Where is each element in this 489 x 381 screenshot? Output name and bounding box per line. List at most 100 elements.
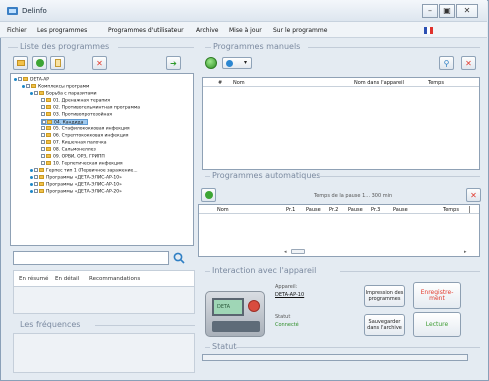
device-keypad [212, 321, 260, 332]
col-time: Temps [428, 80, 444, 86]
checkbox[interactable] [41, 161, 45, 165]
expand-icon [30, 189, 33, 193]
tree-item[interactable]: Программы «ДЕТА-ЭЛИС-АР-20» [30, 189, 122, 195]
save-archive-button[interactable]: Sauvegarder dans l'archive [364, 314, 405, 336]
search-manual-button[interactable]: ⚲ [439, 56, 454, 70]
tree-item[interactable]: 10. Герпетическая инфекция [41, 161, 123, 167]
delete-auto-button[interactable]: ✕ [466, 188, 481, 202]
print-programs-button[interactable]: Impression des programmes [364, 285, 405, 307]
checkbox[interactable] [41, 126, 45, 130]
checkbox[interactable] [34, 91, 38, 95]
folder-icon [46, 140, 51, 144]
manual-programs-table[interactable]: # Nom Nom dans l'appareil Temps [202, 77, 480, 170]
delete-icon: ✕ [465, 58, 472, 68]
tab-recommendations[interactable]: Recommandations [89, 276, 140, 282]
read-button[interactable]: Lecture [413, 312, 461, 337]
folder-icon [31, 84, 36, 88]
scroll-thumb[interactable] [291, 249, 305, 254]
checkbox[interactable] [34, 168, 38, 172]
auto-programs-title: Programmes automatiques [212, 171, 321, 180]
device-value: DETA-AP-10 [275, 292, 305, 298]
tree-item[interactable]: 03. Противопротозойная [41, 112, 112, 118]
folder-icon [47, 120, 52, 124]
folder-icon [46, 161, 51, 165]
program-list-title: Liste des programmes [20, 42, 110, 51]
menu-programmes-utilisateur[interactable]: Programmes d'utilisateur [108, 27, 184, 34]
language-flag-icon[interactable] [424, 27, 433, 34]
checkbox[interactable] [42, 120, 46, 124]
tree-item[interactable]: 02. Противогельминтная программа [41, 105, 140, 111]
menu-les-programmes[interactable]: Les programmes [37, 27, 87, 34]
details-content [13, 286, 195, 314]
tree-item-selected[interactable]: 04. Кандида [41, 119, 89, 126]
tab-summary[interactable]: En résumé [19, 276, 48, 282]
tree-item[interactable]: Борьба с паразитами [30, 91, 97, 97]
tree-item[interactable]: 01. Дренажная терапия [41, 98, 110, 104]
folder-icon [46, 147, 51, 151]
close-button[interactable]: ✕ [456, 4, 478, 18]
checkbox[interactable] [41, 112, 45, 116]
col-time: Temps [443, 207, 459, 213]
expand-icon [30, 168, 33, 172]
menu-fichier[interactable]: Fichier [7, 27, 27, 34]
open-folder-button[interactable] [13, 56, 28, 70]
delete-program-button[interactable]: ✕ [92, 56, 107, 70]
checkbox[interactable] [41, 147, 45, 151]
checkbox[interactable] [18, 77, 22, 81]
menu-mise-a-jour[interactable]: Mise à jour [229, 27, 262, 34]
tree-item[interactable]: 07. Кишечная палочка [41, 140, 107, 146]
tree-item[interactable]: Комплексы программ [22, 84, 89, 90]
auto-programs-table[interactable]: Nom Pr.1 Pause Pr.2 Pause Pr.3 Pause Tem… [198, 204, 480, 257]
divider [205, 47, 211, 48]
add-program-button[interactable] [32, 56, 47, 70]
checkbox[interactable] [41, 98, 45, 102]
checkbox[interactable] [41, 154, 45, 158]
divider [8, 47, 18, 48]
menu-sur-le-programme[interactable]: Sur le programme [273, 27, 327, 34]
checkbox[interactable] [26, 84, 30, 88]
status-value: Connecté [275, 322, 299, 328]
folder-icon [39, 175, 44, 179]
col-pause3: Pause [393, 207, 408, 213]
divider [340, 271, 480, 272]
tree-item[interactable]: DETA-AP [14, 77, 49, 83]
device-image: DETA [205, 291, 265, 337]
scroll-right-icon[interactable]: ▸ [464, 249, 467, 255]
collapse-icon [30, 91, 33, 95]
add-manual-button[interactable] [205, 57, 217, 69]
tree-item[interactable]: 05. Стафилококковая инфекция [41, 126, 130, 132]
channel-select[interactable]: ▾ [222, 57, 252, 69]
program-search-input[interactable] [13, 251, 169, 265]
add-auto-button[interactable] [201, 188, 216, 202]
app-logo-icon [7, 7, 18, 15]
checkbox[interactable] [41, 105, 45, 109]
folder-icon [39, 168, 44, 172]
delete-manual-button[interactable]: ✕ [461, 56, 476, 70]
device-title: Interaction avec l'appareil [212, 266, 317, 275]
search-icon[interactable] [173, 252, 185, 264]
scroll-left-icon[interactable]: ◂ [284, 249, 287, 255]
folder-icon [23, 77, 28, 81]
record-button[interactable]: Enregistre-ment [413, 282, 461, 309]
checkbox[interactable] [34, 175, 38, 179]
checkbox[interactable] [41, 140, 45, 144]
tree-item[interactable]: Программы «ДЕТА-ЭЛИС-АР-10» [30, 182, 122, 188]
menu-archive[interactable]: Archive [196, 27, 218, 34]
maximize-button[interactable]: ▣ [439, 4, 455, 18]
edit-program-button[interactable] [50, 56, 65, 70]
checkbox[interactable] [34, 189, 38, 193]
expand-icon [30, 182, 33, 186]
divider [118, 47, 194, 48]
checkbox[interactable] [34, 182, 38, 186]
program-tree[interactable]: DETA-AP Комплексы программ Борьба с пара… [10, 73, 194, 246]
tab-detail[interactable]: En détail [55, 276, 79, 282]
tree-item[interactable]: 06. Стрептококковая инфекция [41, 133, 128, 139]
minimize-button[interactable]: – [422, 4, 438, 18]
tree-item[interactable]: Герпес тип 1 (Первичное заражение... [30, 168, 138, 174]
horizontal-scrollbar[interactable]: ◂ ▸ [284, 249, 474, 255]
checkbox[interactable] [41, 133, 45, 137]
send-to-device-button[interactable]: ➔ [166, 56, 181, 70]
tree-item[interactable]: Программы «ДЕТА-ЭЛИС-АР-10» [30, 175, 122, 181]
tree-item[interactable]: 08. Сальмонеллез [41, 147, 96, 153]
tree-item[interactable]: 09. ОРВИ, ОРЗ, ГРИПП [41, 154, 105, 160]
